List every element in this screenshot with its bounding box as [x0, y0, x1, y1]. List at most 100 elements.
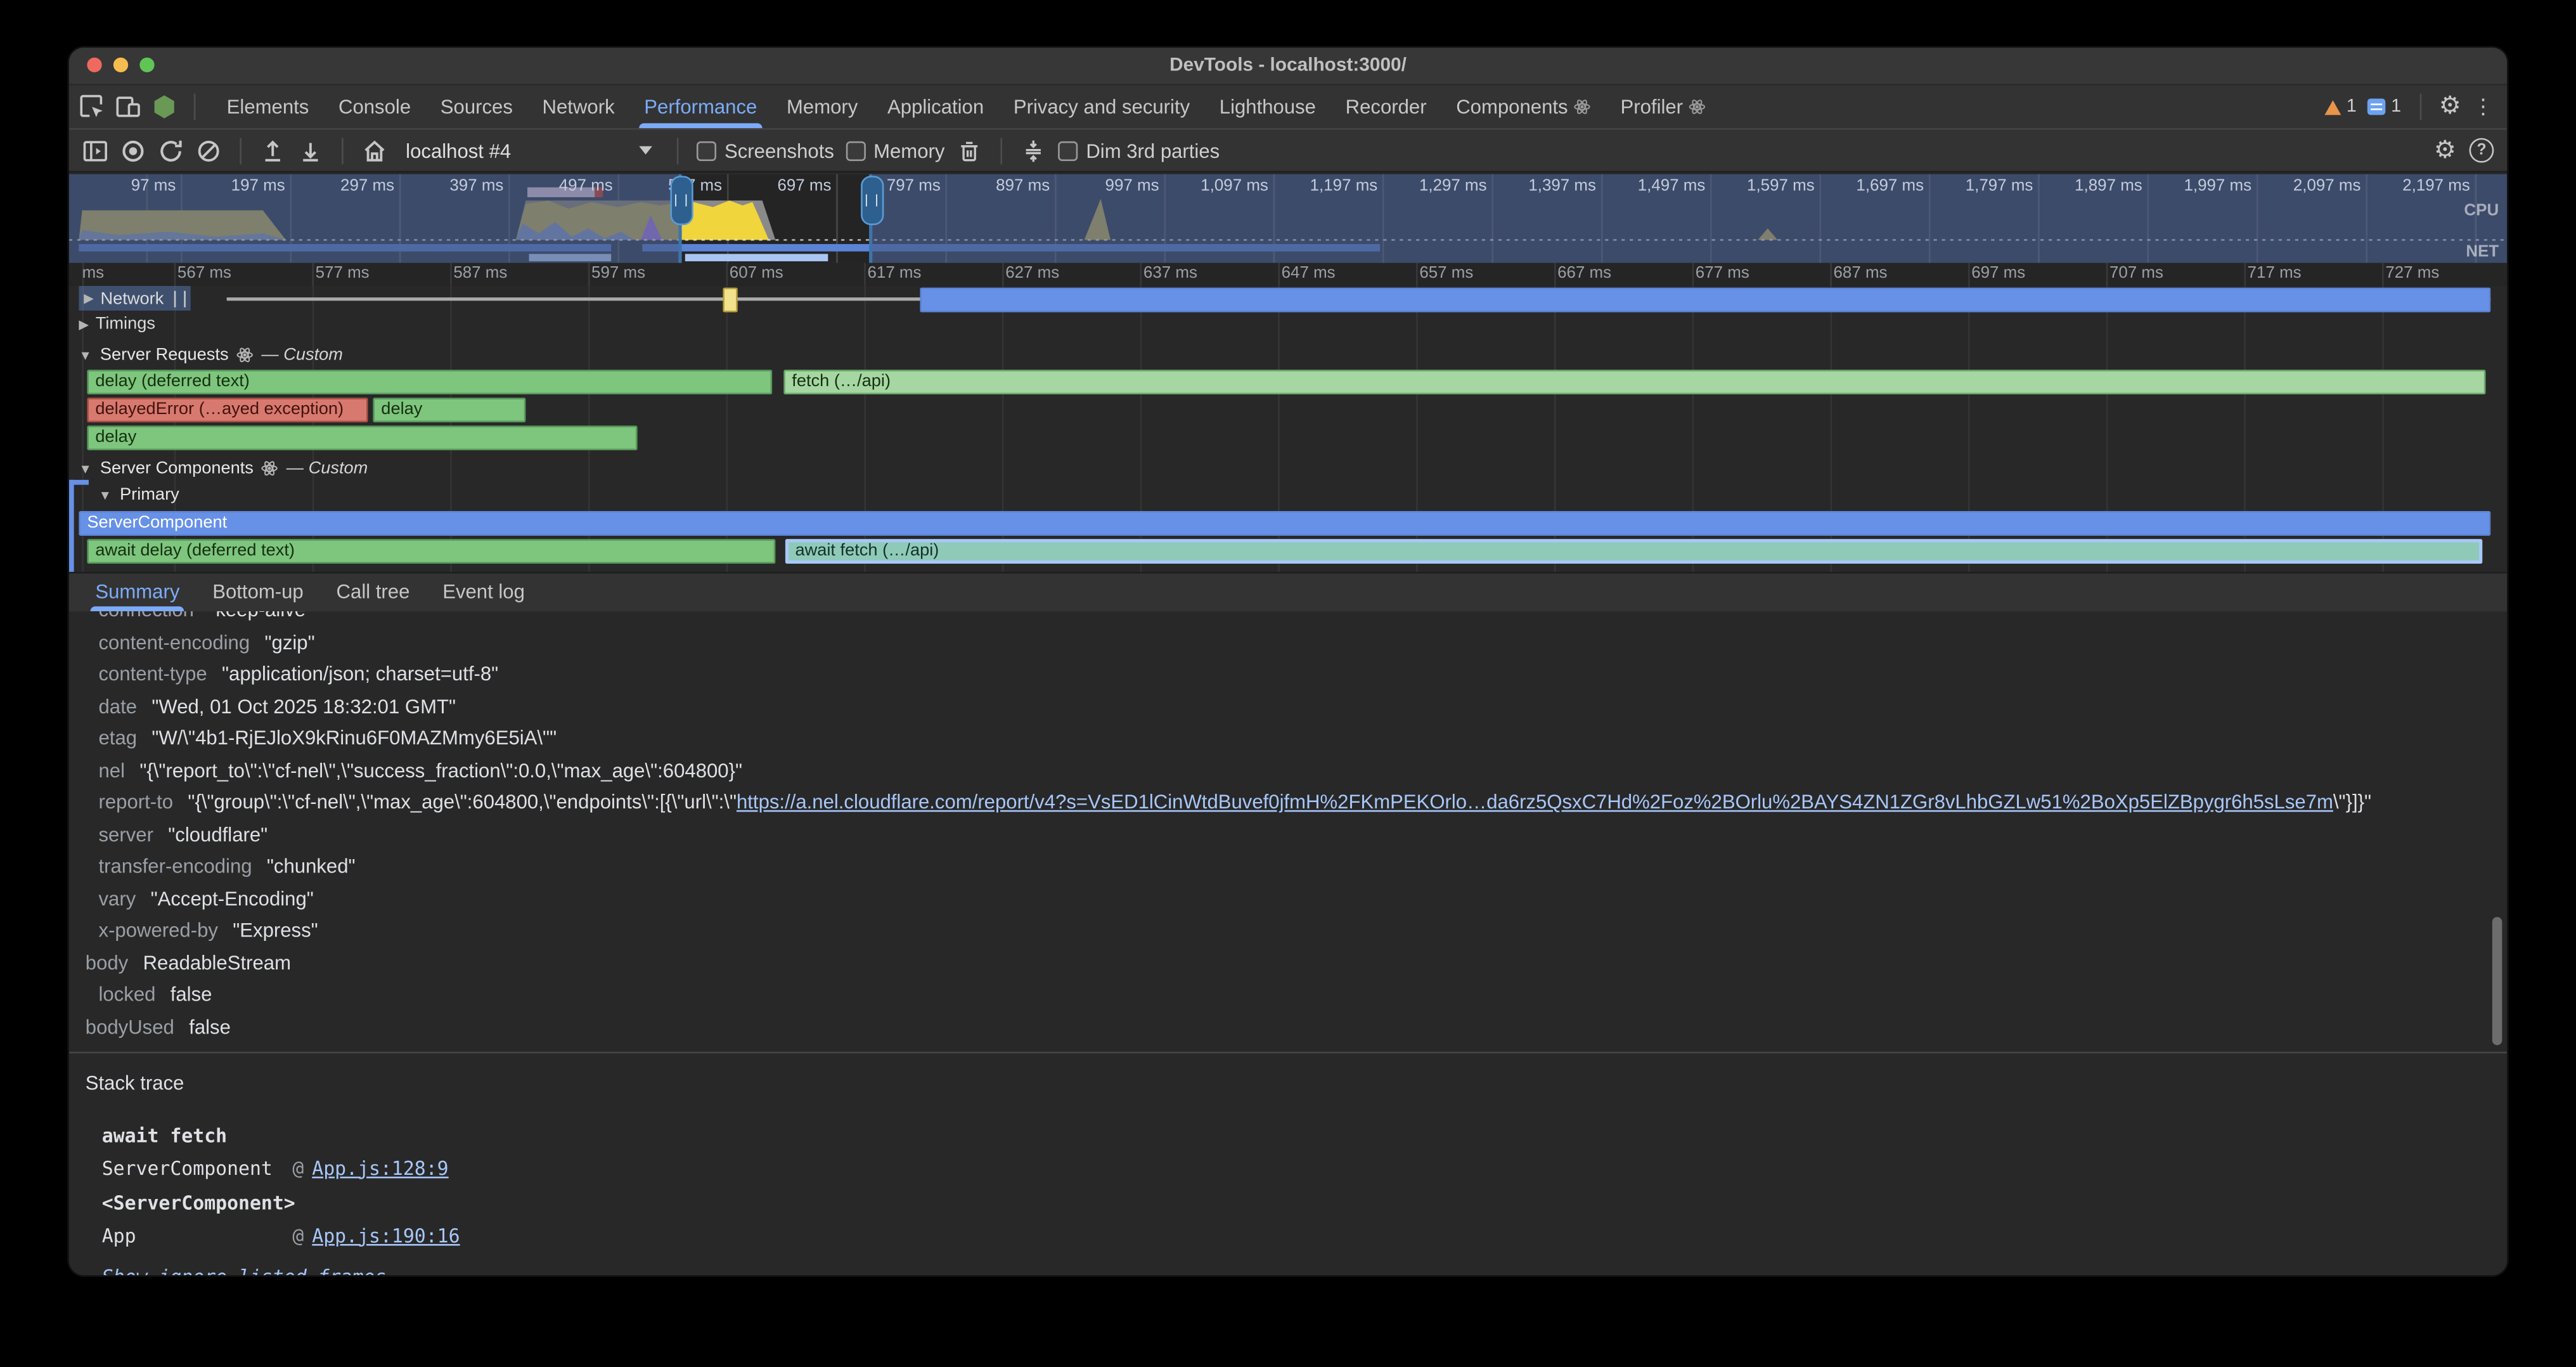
- clear-icon[interactable]: [195, 137, 221, 163]
- collapse-triangle-icon[interactable]: ▼: [79, 347, 92, 362]
- track-server-requests[interactable]: ▼ Server Requests — Custom: [79, 345, 343, 365]
- property-row: vary"Accept-Encoding": [69, 883, 2507, 916]
- warnings-badge[interactable]: 1: [2325, 97, 2357, 117]
- react-atom-icon: [1689, 99, 1706, 115]
- property-row: etag"W/\"4b1-RjEJloX9kRinu6F0MAZMmy6E5iA…: [69, 723, 2507, 755]
- node-icon[interactable]: [151, 94, 177, 120]
- screenshots-checkbox[interactable]: Screenshots: [697, 139, 834, 162]
- tab-sources[interactable]: Sources: [425, 86, 527, 128]
- net-lane-label: NET: [2466, 243, 2499, 262]
- tab-event-log[interactable]: Event log: [426, 574, 541, 612]
- drag-grip-icon[interactable]: | |: [670, 176, 693, 225]
- devtools-window: DevTools - localhost:3000/ Elements Cons…: [69, 48, 2507, 1275]
- device-toolbar-icon[interactable]: [115, 94, 141, 120]
- timeline-overview[interactable]: 97 ms197 ms297 ms397 ms497 ms597 ms697 m…: [69, 174, 2507, 263]
- show-ignore-listed-frames-link[interactable]: Show ignore-listed frames: [102, 1262, 2507, 1276]
- dim-3rd-parties-checkbox[interactable]: Dim 3rd parties: [1058, 139, 1220, 162]
- help-icon[interactable]: ?: [2470, 138, 2494, 163]
- source-location-link[interactable]: App.js:128:9: [312, 1156, 448, 1179]
- stack-frame: <ServerComponent>: [102, 1188, 2507, 1221]
- toggle-history-icon[interactable]: [82, 137, 108, 163]
- divider: [2419, 94, 2421, 120]
- divider: [677, 137, 679, 163]
- record-icon[interactable]: [120, 137, 146, 163]
- event-bar-delay[interactable]: delay: [87, 425, 637, 450]
- collapse-triangle-icon[interactable]: ▼: [79, 461, 92, 476]
- history-select-value: localhost #4: [406, 139, 511, 162]
- selection-handle-right[interactable]: | |: [869, 174, 872, 263]
- track-network[interactable]: ▶ Network: [79, 286, 190, 311]
- checkbox-icon: [1058, 141, 1078, 160]
- screen: DevTools - localhost:3000/ Elements Cons…: [0, 0, 2576, 1367]
- kebab-menu-icon[interactable]: ⋮: [2473, 94, 2494, 120]
- tab-summary[interactable]: Summary: [79, 574, 196, 612]
- checkbox-icon: [846, 141, 865, 160]
- titlebar: DevTools - localhost:3000/: [69, 48, 2507, 86]
- performance-toolbar: localhost #4 Screenshots Memory Dim 3rd …: [69, 130, 2507, 172]
- group-primary[interactable]: ▼ Primary: [99, 485, 179, 505]
- upload-profile-icon[interactable]: [260, 137, 286, 163]
- event-bar-delay[interactable]: delay: [373, 398, 525, 422]
- drag-grip-icon[interactable]: | |: [861, 176, 884, 225]
- memory-checkbox[interactable]: Memory: [846, 139, 944, 162]
- checkbox-icon: [697, 141, 716, 160]
- history-select[interactable]: localhost #4: [399, 139, 659, 162]
- tab-application[interactable]: Application: [873, 86, 999, 128]
- property-row: lockedfalse: [69, 980, 2507, 1012]
- property-row: bodyReadableStream: [69, 947, 2507, 980]
- collect-garbage-icon[interactable]: [956, 137, 982, 163]
- tab-performance[interactable]: Performance: [629, 86, 772, 128]
- tab-bottom-up[interactable]: Bottom-up: [196, 574, 319, 612]
- window-title: DevTools - localhost:3000/: [69, 48, 2507, 84]
- tab-call-tree[interactable]: Call tree: [320, 574, 427, 612]
- flame-chart[interactable]: ▶ Network ▶ Timings ▼ Server Requests — …: [69, 286, 2507, 572]
- expand-triangle-icon[interactable]: ▶: [84, 291, 94, 306]
- event-bar-await-delay[interactable]: await delay (deferred text): [87, 539, 775, 564]
- event-bar-await-fetch-selected[interactable]: await fetch (…/api): [785, 539, 2482, 564]
- issues-badge[interactable]: 1: [2368, 97, 2401, 117]
- tab-profiler[interactable]: Profiler: [1606, 86, 1720, 128]
- track-timings[interactable]: ▶ Timings: [79, 312, 155, 335]
- tab-elements[interactable]: Elements: [212, 86, 323, 128]
- tab-recorder[interactable]: Recorder: [1330, 86, 1441, 128]
- tab-privacy-and-security[interactable]: Privacy and security: [999, 86, 1205, 128]
- details-tabbar: Summary Bottom-up Call tree Event log: [69, 572, 2507, 613]
- download-profile-icon[interactable]: [297, 137, 323, 163]
- collapse-shortcuts-icon[interactable]: [1021, 137, 1046, 163]
- live-metrics-home-icon[interactable]: [361, 137, 387, 163]
- tab-network[interactable]: Network: [527, 86, 629, 128]
- stack-trace: await fetch ServerComponent@App.js:128:9…: [69, 1121, 2507, 1276]
- event-bar-server-component[interactable]: ServerComponent: [79, 511, 2490, 536]
- expand-triangle-icon[interactable]: ▶: [79, 316, 89, 331]
- react-atom-icon: [262, 460, 278, 477]
- tab-console[interactable]: Console: [324, 86, 426, 128]
- settings-gear-icon[interactable]: ⚙: [2439, 94, 2461, 120]
- react-atom-icon: [237, 347, 254, 363]
- tab-memory[interactable]: Memory: [772, 86, 873, 128]
- panel-settings-gear-icon[interactable]: ⚙: [2434, 137, 2456, 163]
- selection-handle-left[interactable]: | |: [678, 174, 681, 263]
- network-request-bar[interactable]: [723, 287, 737, 311]
- reload-record-icon[interactable]: [158, 137, 184, 163]
- report-endpoint-link[interactable]: https://a.nel.cloudflare.com/report/v4?s…: [737, 791, 2333, 813]
- devtools-tabbar: Elements Console Sources Network Perform…: [69, 86, 2507, 130]
- vertical-scrollbar-thumb[interactable]: [2492, 917, 2502, 1045]
- track-grip-icon[interactable]: [174, 290, 185, 306]
- property-row: connection"keep-alive": [69, 611, 2507, 627]
- tab-lighthouse[interactable]: Lighthouse: [1204, 86, 1330, 128]
- divider: [1001, 137, 1003, 163]
- inspect-icon[interactable]: [79, 94, 105, 120]
- network-request-bar[interactable]: [920, 287, 2490, 311]
- event-bar-delay-deferred[interactable]: delay (deferred text): [87, 370, 772, 394]
- divider: [194, 94, 196, 120]
- source-location-link[interactable]: App.js:190:16: [312, 1224, 460, 1247]
- track-server-components[interactable]: ▼ Server Components — Custom: [79, 458, 368, 478]
- event-bar-fetch-api[interactable]: fetch (…/api): [783, 370, 2485, 394]
- event-bar-delayed-error[interactable]: delayedError (…ayed exception): [87, 398, 368, 422]
- summary-pane[interactable]: connection"keep-alive" content-encoding"…: [69, 611, 2507, 1275]
- property-row: bodyUsedfalse: [69, 1011, 2507, 1044]
- react-atom-icon: [1575, 99, 1591, 115]
- collapse-triangle-icon[interactable]: ▼: [99, 487, 112, 502]
- property-row: transfer-encoding"chunked": [69, 852, 2507, 884]
- tab-components[interactable]: Components: [1441, 86, 1606, 128]
